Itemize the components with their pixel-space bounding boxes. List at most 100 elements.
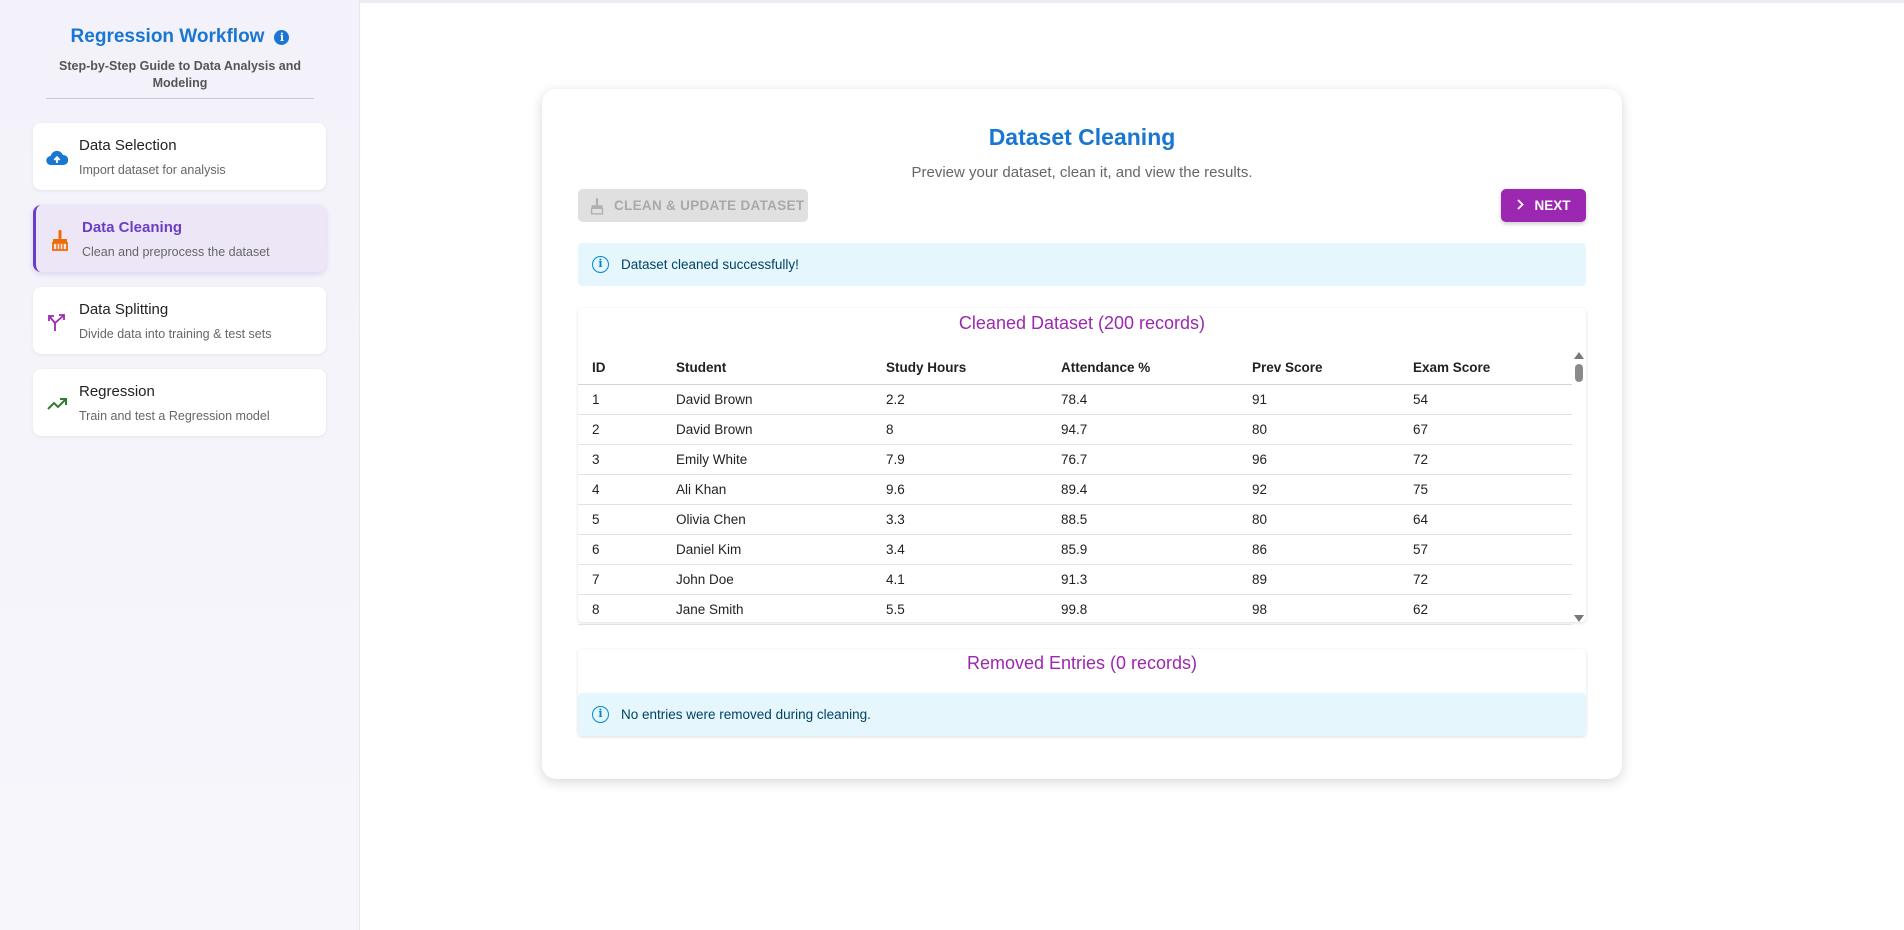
success-alert: i Dataset cleaned successfully! (578, 243, 1586, 286)
sidebar-item-data-splitting[interactable]: Data Splitting Divide data into training… (33, 287, 326, 354)
table-cell: John Doe (662, 564, 872, 595)
scrollbar-thumb[interactable] (1575, 364, 1583, 382)
table-cell: 5 (578, 504, 662, 535)
table-cell: Jane Smith (662, 594, 872, 625)
chevron-right-icon (1516, 198, 1525, 213)
scroll-up-arrow-icon[interactable] (1574, 352, 1584, 359)
sidebar-item-data-selection[interactable]: Data Selection Import dataset for analys… (33, 123, 326, 190)
step-title: Data Splitting (79, 301, 169, 318)
table-cell: Olivia Chen (662, 504, 872, 535)
sidebar-title-text: Regression Workflow (70, 26, 265, 47)
step-title: Data Cleaning (82, 219, 183, 236)
table-cell: David Brown (662, 414, 872, 445)
table-cell: 4 (578, 474, 662, 505)
table-row: 3 Emily White 7.9 76.7 96 72 (578, 444, 1572, 475)
table-cell: 72 (1399, 564, 1572, 595)
table-cell: 3.4 (872, 534, 1047, 565)
info-icon: i (592, 256, 609, 273)
table-cell: 89.4 (1047, 474, 1238, 505)
table-row: 6 Daniel Kim 3.4 85.9 86 57 (578, 534, 1572, 565)
table-row: 5 Olivia Chen 3.3 88.5 80 64 (578, 504, 1572, 535)
table-cell: 91 (1238, 384, 1399, 415)
table-cell: 64 (1399, 504, 1572, 535)
step-description: Train and test a Regression model (79, 409, 270, 423)
column-header[interactable]: Exam Score (1399, 352, 1572, 385)
split-arrows-icon (46, 311, 68, 333)
sidebar-item-regression[interactable]: Regression Train and test a Regression m… (33, 369, 326, 436)
next-button[interactable]: NEXT (1501, 189, 1586, 222)
success-alert-text: Dataset cleaned successfully! (621, 257, 799, 272)
table-cell: 96 (1238, 444, 1399, 475)
scroll-down-arrow-icon[interactable] (1574, 615, 1584, 622)
sidebar-header: Regression Workflow i Step-by-Step Guide… (0, 26, 360, 92)
step-title: Data Selection (79, 137, 177, 154)
table-cell: 80 (1238, 414, 1399, 445)
step-description: Clean and preprocess the dataset (82, 245, 270, 259)
table-cell: 72 (1399, 444, 1572, 475)
table-cell: 3.3 (872, 504, 1047, 535)
table-cell: 94.7 (1047, 414, 1238, 445)
table-cell: 78.4 (1047, 384, 1238, 415)
info-icon: i (592, 706, 609, 723)
table-row: 7 John Doe 4.1 91.3 89 72 (578, 564, 1572, 595)
table-cell: 67 (1399, 414, 1572, 445)
table-cell: 6 (578, 534, 662, 565)
table-cell: 1 (578, 384, 662, 415)
table-row: 1 David Brown 2.2 78.4 91 54 (578, 384, 1572, 415)
table-cell: 85.9 (1047, 534, 1238, 565)
table-cell: 8 (578, 594, 662, 625)
table-cell: 80 (1238, 504, 1399, 535)
clean-button-label: CLEAN & UPDATE DATASET (614, 198, 805, 213)
cleaned-dataset-title: Cleaned Dataset (200 records) (958, 313, 1206, 333)
table-cell: Emily White (662, 444, 872, 475)
removed-entries-alert: i No entries were removed during cleanin… (578, 693, 1586, 736)
table-row: 2 David Brown 8 94.7 80 67 (578, 414, 1572, 445)
table-cell: 98 (1238, 594, 1399, 625)
table-cell: 62 (1399, 594, 1572, 625)
table-cell: 54 (1399, 384, 1572, 415)
cleaned-dataset-table: ID Student Study Hours Attendance % Prev… (578, 352, 1572, 625)
table-cell: 75 (1399, 474, 1572, 505)
trending-up-icon (46, 393, 68, 415)
sidebar: Regression Workflow i Step-by-Step Guide… (0, 0, 360, 930)
table-header-row: ID Student Study Hours Attendance % Prev… (578, 352, 1572, 385)
cleaned-dataset-panel: Cleaned Dataset (200 records) ID Student… (578, 308, 1586, 625)
info-icon[interactable]: i (274, 29, 290, 45)
table-cell: 88.5 (1047, 504, 1238, 535)
sidebar-subtitle: Step-by-Step Guide to Data Analysis and … (59, 59, 301, 90)
removed-entries-title: Removed Entries (0 records) (966, 653, 1198, 673)
table-cell: David Brown (662, 384, 872, 415)
broom-icon (49, 229, 71, 251)
table-cell: 92 (1238, 474, 1399, 505)
page-subtitle: Preview your dataset, clean it, and view… (911, 164, 1253, 181)
step-title: Regression (79, 383, 155, 400)
table-cell: 89 (1238, 564, 1399, 595)
sidebar-item-data-cleaning[interactable]: Data Cleaning Clean and preprocess the d… (33, 205, 326, 272)
table-cell: 86 (1238, 534, 1399, 565)
column-header[interactable]: Study Hours (872, 352, 1047, 385)
removed-entries-message: No entries were removed during cleaning. (621, 707, 871, 722)
table-cell: 5.5 (872, 594, 1047, 625)
table-cell: 2 (578, 414, 662, 445)
table-cell: 76.7 (1047, 444, 1238, 475)
column-header[interactable]: Student (662, 352, 872, 385)
table-cell: Ali Khan (662, 474, 872, 505)
table-cell: 91.3 (1047, 564, 1238, 595)
table-cell: 57 (1399, 534, 1572, 565)
table-cell: 3 (578, 444, 662, 475)
table-cell: 9.6 (872, 474, 1047, 505)
page-title: Dataset Cleaning (988, 124, 1176, 150)
table-cell: 4.1 (872, 564, 1047, 595)
table-cell: 2.2 (872, 384, 1047, 415)
column-header[interactable]: Prev Score (1238, 352, 1399, 385)
table-cell: 7 (578, 564, 662, 595)
column-header[interactable]: ID (578, 352, 662, 385)
table-scrollbar[interactable] (1574, 352, 1584, 622)
clean-update-dataset-button[interactable]: CLEAN & UPDATE DATASET (578, 189, 808, 222)
step-description: Import dataset for analysis (79, 163, 226, 177)
column-header[interactable]: Attendance % (1047, 352, 1238, 385)
cloud-upload-icon (46, 147, 68, 169)
table-cell: 99.8 (1047, 594, 1238, 625)
next-button-label: NEXT (1534, 198, 1571, 213)
dataset-cleaning-card: Dataset Cleaning Preview your dataset, c… (542, 89, 1622, 779)
